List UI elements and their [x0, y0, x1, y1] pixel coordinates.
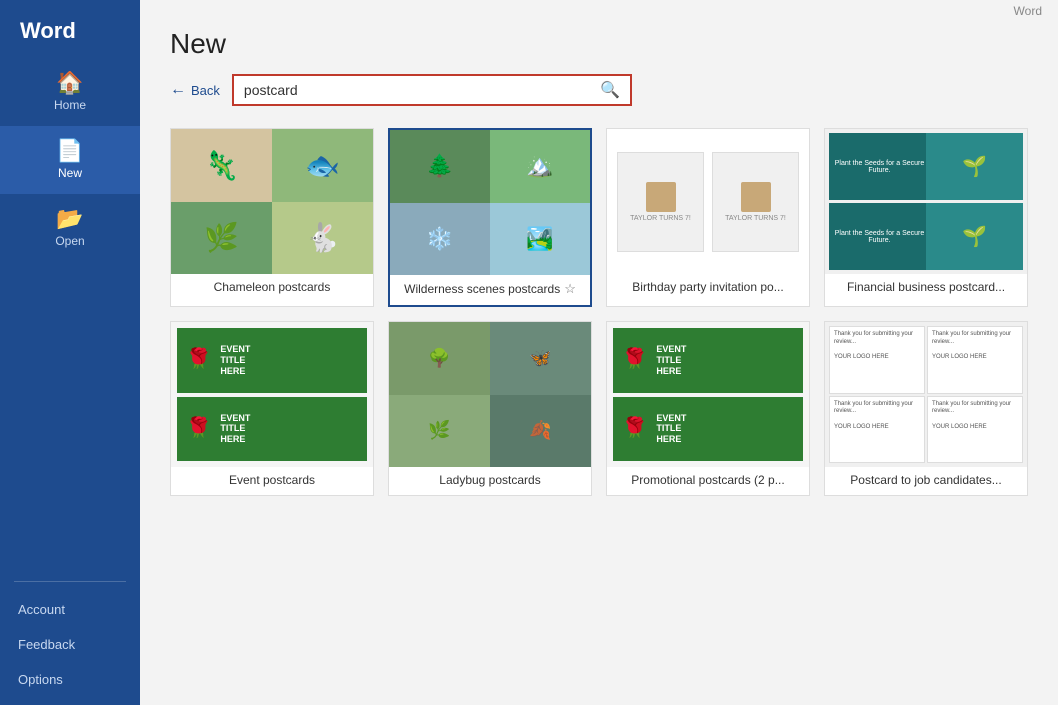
- birthday-card-2: TAYLOR TURNS 7!: [712, 152, 799, 252]
- new-icon: 📄: [56, 140, 83, 162]
- wilderness-cell-1: 🌲: [390, 130, 490, 203]
- lb-cell-2: 🦋: [490, 322, 591, 395]
- lb-cell-4: 🍂: [490, 395, 591, 468]
- search-row: ← Back 🔍: [170, 74, 1028, 106]
- template-label-financial: Financial business postcard...: [825, 274, 1027, 302]
- template-label-job: Postcard to job candidates...: [825, 467, 1027, 495]
- job-cell-1: Thank you for submitting your review...Y…: [829, 326, 925, 394]
- search-box: 🔍: [232, 74, 632, 106]
- sidebar-item-home[interactable]: 🏠 Home: [0, 58, 140, 126]
- template-label-birthday: Birthday party invitation po...: [607, 274, 809, 302]
- wilderness-cell-3: ❄️: [390, 203, 490, 276]
- search-input[interactable]: [240, 78, 596, 102]
- template-thumb-job: Thank you for submitting your review...Y…: [825, 322, 1027, 467]
- event-row-1: 🌹 EVENTTITLEHERE: [177, 328, 367, 393]
- open-icon: 📂: [56, 208, 83, 230]
- template-card-promo[interactable]: 🌹 EVENTTITLEHERE 🌹 EVENTTITLEHERE Promot…: [606, 321, 810, 496]
- event-text-2: EVENTTITLEHERE: [220, 413, 250, 445]
- template-label-chameleon: Chameleon postcards: [171, 274, 373, 302]
- template-card-birthday[interactable]: TAYLOR TURNS 7! TAYLOR TURNS 7! Birthday…: [606, 128, 810, 307]
- lb-cell-3: 🌿: [389, 395, 490, 468]
- lb-cell-1: 🌳: [389, 322, 490, 395]
- sidebar-divider: [14, 581, 126, 582]
- event-flower-1: 🌹: [185, 347, 212, 373]
- sidebar-account[interactable]: Account: [0, 592, 140, 627]
- thumb-cell-4: 🐇: [272, 202, 373, 275]
- wilderness-cell-2: 🏔️: [490, 130, 590, 203]
- word-label: Word: [140, 0, 1058, 18]
- sidebar-item-new-label: New: [58, 166, 82, 180]
- promo-flower-2: 🌹: [621, 416, 648, 442]
- search-button[interactable]: 🔍: [596, 78, 624, 102]
- back-label: Back: [191, 83, 220, 98]
- birthday-photo-1: [646, 182, 676, 212]
- sidebar-item-open[interactable]: 📂 Open: [0, 194, 140, 262]
- main-content: Word New ← Back 🔍 🦎 🐟 🌿: [140, 0, 1058, 705]
- promo-text-2: EVENTTITLEHERE: [656, 413, 686, 445]
- template-card-job[interactable]: Thank you for submitting your review...Y…: [824, 321, 1028, 496]
- home-icon: 🏠: [56, 72, 83, 94]
- template-card-wilderness[interactable]: 🌲 🏔️ ❄️ 🏞️ Wilderness scenes postcards ☆: [388, 128, 592, 307]
- sidebar: Word 🏠 Home 📄 New 📂 Open Account Feedbac…: [0, 0, 140, 705]
- wilderness-cell-4: 🏞️: [490, 203, 590, 276]
- fin-card-1: Plant the Seeds for a Secure Future. 🌱: [829, 133, 1023, 200]
- template-thumb-chameleon: 🦎 🐟 🌿 🐇: [171, 129, 373, 274]
- pin-icon: ☆: [564, 281, 576, 297]
- template-label-promo: Promotional postcards (2 p...: [607, 467, 809, 495]
- job-cell-2: Thank you for submitting your review...Y…: [927, 326, 1023, 394]
- template-card-financial[interactable]: Plant the Seeds for a Secure Future. 🌱 P…: [824, 128, 1028, 307]
- birthday-photo-2: [741, 182, 771, 212]
- main-inner: New ← Back 🔍 🦎 🐟 🌿 🐇: [140, 18, 1058, 705]
- templates-grid: 🦎 🐟 🌿 🐇 Chameleon postcards 🌲 🏔️: [170, 128, 1028, 496]
- promo-row-2: 🌹 EVENTTITLEHERE: [613, 397, 803, 462]
- template-label-event: Event postcards: [171, 467, 373, 495]
- page-title: New: [170, 28, 1028, 60]
- back-arrow-icon: ←: [170, 81, 186, 99]
- back-button[interactable]: ← Back: [170, 81, 220, 99]
- sidebar-nav: 🏠 Home 📄 New 📂 Open: [0, 58, 140, 571]
- template-card-chameleon[interactable]: 🦎 🐟 🌿 🐇 Chameleon postcards: [170, 128, 374, 307]
- promo-row-1: 🌹 EVENTTITLEHERE: [613, 328, 803, 393]
- app-title: Word: [0, 0, 140, 58]
- template-thumb-promo: 🌹 EVENTTITLEHERE 🌹 EVENTTITLEHERE: [607, 322, 809, 467]
- thumb-cell-2: 🐟: [272, 129, 373, 202]
- template-thumb-wilderness: 🌲 🏔️ ❄️ 🏞️: [390, 130, 590, 275]
- thumb-cell-1: 🦎: [171, 129, 272, 202]
- sidebar-feedback[interactable]: Feedback: [0, 627, 140, 662]
- birthday-card-1: TAYLOR TURNS 7!: [617, 152, 704, 252]
- template-thumb-financial: Plant the Seeds for a Secure Future. 🌱 P…: [825, 129, 1027, 274]
- sidebar-options[interactable]: Options: [0, 662, 140, 697]
- sidebar-item-open-label: Open: [55, 234, 84, 248]
- job-cell-3: Thank you for submitting your review...Y…: [829, 396, 925, 464]
- sidebar-item-home-label: Home: [54, 98, 86, 112]
- job-cell-4: Thank you for submitting your review...Y…: [927, 396, 1023, 464]
- sidebar-bottom: Account Feedback Options: [0, 592, 140, 705]
- thumb-cell-3: 🌿: [171, 202, 272, 275]
- event-row-2: 🌹 EVENTTITLEHERE: [177, 397, 367, 462]
- fin-card-2: Plant the Seeds for a Secure Future. 🌱: [829, 203, 1023, 270]
- template-thumb-event: 🌹 EVENTTITLEHERE 🌹 EVENTTITLEHERE: [171, 322, 373, 467]
- template-thumb-ladybug: 🌳 🦋 🌿 🍂: [389, 322, 591, 467]
- template-card-ladybug[interactable]: 🌳 🦋 🌿 🍂 Ladybug postcards: [388, 321, 592, 496]
- template-card-event[interactable]: 🌹 EVENTTITLEHERE 🌹 EVENTTITLEHERE Event …: [170, 321, 374, 496]
- promo-text-1: EVENTTITLEHERE: [656, 344, 686, 376]
- event-flower-2: 🌹: [185, 416, 212, 442]
- sidebar-item-new[interactable]: 📄 New: [0, 126, 140, 194]
- template-label-ladybug: Ladybug postcards: [389, 467, 591, 495]
- template-thumb-birthday: TAYLOR TURNS 7! TAYLOR TURNS 7!: [607, 129, 809, 274]
- promo-flower-1: 🌹: [621, 347, 648, 373]
- event-text-1: EVENTTITLEHERE: [220, 344, 250, 376]
- template-label-wilderness: Wilderness scenes postcards ☆: [390, 275, 590, 305]
